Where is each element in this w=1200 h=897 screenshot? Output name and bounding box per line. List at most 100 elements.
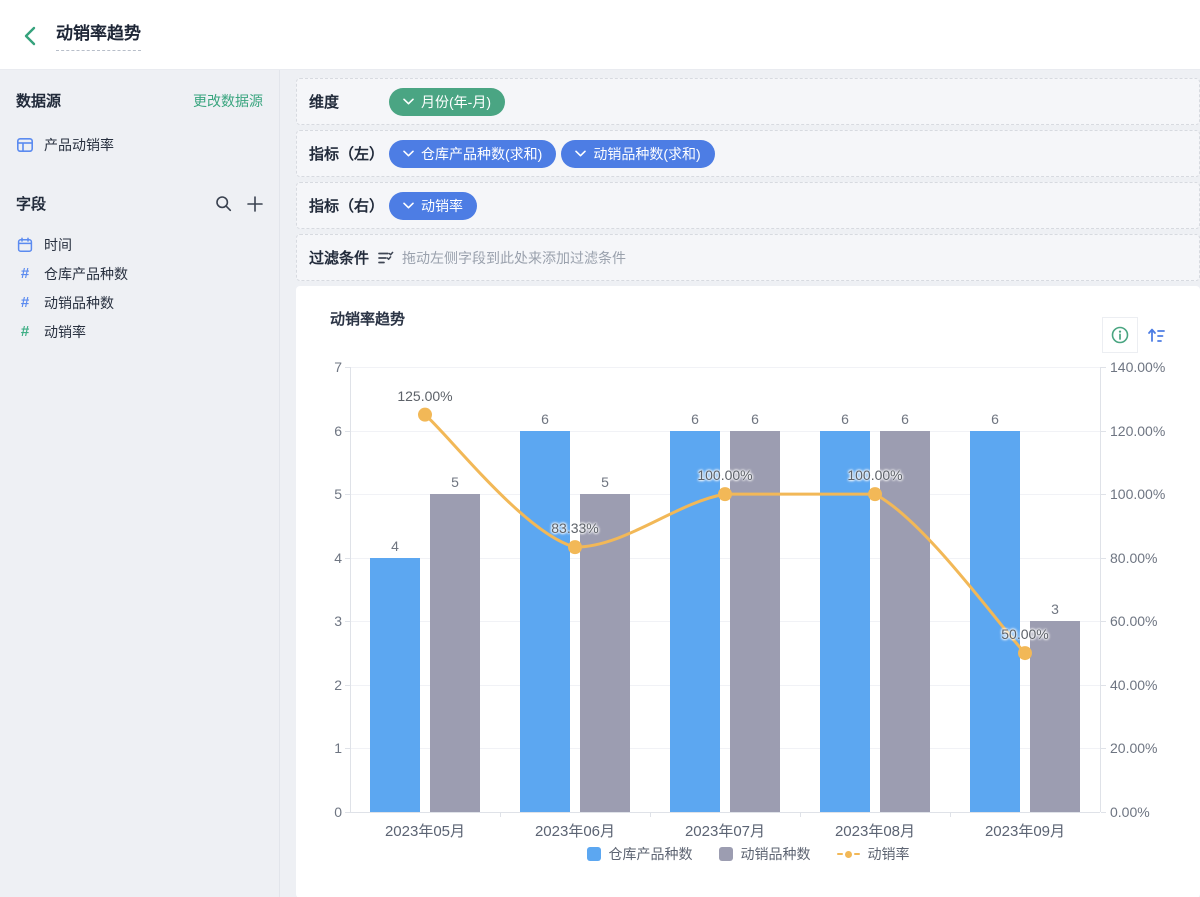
field-item-0[interactable]: 时间 [16,230,263,259]
right-axis-tick [1101,621,1106,623]
config-area: 维度 月份(年-月) 指标（左） 仓库产品种数(求和) 动销品种数(求和) 指标（右… [296,78,1200,281]
page-title[interactable]: 动销率趋势 [56,19,141,51]
pill-label: 动销品种数(求和) [593,145,701,162]
sidebar: 数据源 更改数据源 产品动销率 字段 时间 # 仓库产品种数 # 动销品种数 #… [0,70,280,897]
legend-label: 动销品种数 [740,846,811,862]
chevron-down-icon [403,150,414,157]
x-axis-tick [500,812,501,817]
change-datasource-link[interactable]: 更改数据源 [193,91,263,111]
filter-label: 过滤条件 [309,250,370,267]
line-point-label: 100.00% [697,467,753,484]
chevron-down-icon [403,202,414,209]
line-point-label: 50.00% [1001,626,1049,643]
fields-label: 字段 [16,196,47,213]
metrics-left-label: 指标（左） [309,146,385,163]
dimension-label: 维度 [309,94,340,111]
dimension-pill-0[interactable]: 月份(年-月) [389,87,505,116]
right-axis-tick [1101,430,1106,432]
right-axis-tick-label: 120.00% [1110,422,1166,439]
right-axis-tick-label: 40.00% [1110,676,1158,693]
line-point[interactable] [718,487,732,502]
legend-item-动销品种数[interactable]: 动销品种数 [718,844,811,864]
search-icon[interactable] [215,195,232,212]
back-button[interactable] [16,20,46,50]
line-point[interactable] [418,407,432,422]
filter-hint: 拖动左侧字段到此处来添加过滤条件 [402,249,627,266]
x-axis-tick [800,812,801,817]
app: 动销率趋势 数据源 更改数据源 产品动销率 字段 时间 # 仓库产品种数 # 动… [0,0,1200,897]
x-axis-category-label: 2023年07月 [684,823,766,840]
field-label: 仓库产品种数 [44,265,128,282]
line-point[interactable] [868,487,882,502]
field-item-1[interactable]: # 仓库产品种数 [16,259,263,288]
metrics-right-pill-0[interactable]: 动销率 [389,191,477,220]
number-icon: # [20,265,30,282]
field-label: 动销品种数 [44,294,114,311]
right-axis-tick [1101,684,1106,686]
chevron-left-icon [24,26,36,45]
legend-item-仓库产品种数[interactable]: 仓库产品种数 [586,844,693,864]
right-axis-tick-label: 0.00% [1110,804,1150,820]
x-axis-category-label: 2023年06月 [534,823,616,840]
datasource-label: 数据源 [16,93,62,110]
right-axis-tick-label: 20.00% [1110,740,1158,757]
chart-legend: 仓库产品种数 动销品种数 动销率 [296,844,1200,864]
metrics-left-pills: 仓库产品种数(求和) 动销品种数(求和) [389,139,715,168]
legend-bar-marker [586,847,601,861]
legend-label: 动销率 [867,846,910,862]
x-axis-tick [650,812,651,817]
datasource-name: 产品动销率 [44,137,114,153]
config-row-filter: 过滤条件 拖动左侧字段到此处来添加过滤条件 [296,234,1200,281]
number-icon: # [20,294,30,311]
right-axis-line [1100,367,1101,812]
left-axis-tick-label: 0 [334,804,342,820]
line-point[interactable] [568,540,582,555]
right-axis-tick-label: 140.00% [1110,359,1166,375]
line-path [424,413,1027,655]
legend-label: 仓库产品种数 [608,846,693,862]
add-field-icon[interactable] [247,195,263,212]
metrics-right-pills: 动销率 [389,191,477,220]
left-axis-tick-label: 6 [334,422,342,439]
x-axis-category-label: 2023年05月 [384,823,466,840]
field-item-3[interactable]: # 动销率 [16,317,263,346]
legend-line-marker [836,850,860,858]
right-axis-tick-label: 60.00% [1110,613,1158,630]
config-row-metrics-right: 指标（右） 动销率 [296,182,1200,229]
chart-card: 动销率趋势 0 1 2 3 4 5 6 7 0.00% 20.00% 40.00… [296,286,1200,897]
line-point-label: 100.00% [847,467,903,484]
field-label: 时间 [44,236,72,253]
pill-label: 月份(年-月) [421,93,491,110]
legend-bar-marker [718,847,733,861]
right-axis-tick-label: 100.00% [1110,486,1166,503]
left-axis-tick-label: 3 [334,613,342,630]
body: 数据源 更改数据源 产品动销率 字段 时间 # 仓库产品种数 # 动销品种数 #… [0,70,1200,897]
pill-label: 仓库产品种数(求和) [421,145,543,162]
metrics-right-label: 指标（右） [309,198,385,215]
legend-item-动销率[interactable]: 动销率 [836,844,910,864]
x-axis-tick [950,812,951,817]
x-axis-category-label: 2023年09月 [984,823,1066,840]
line-point-label: 83.33% [551,520,599,537]
metrics-left-pill-0[interactable]: 仓库产品种数(求和) [389,139,557,168]
pill-label: 动销率 [421,197,463,214]
left-axis-tick-label: 1 [334,740,342,757]
chart-plot: 0 1 2 3 4 5 6 7 0.00% 20.00% 40.00% 60.00% 80.00% 100… [296,286,1200,897]
field-item-2[interactable]: # 动销品种数 [16,288,263,317]
metrics-left-pill-1[interactable]: 动销品种数(求和) [561,139,715,168]
config-row-metrics-left: 指标（左） 仓库产品种数(求和) 动销品种数(求和) [296,130,1200,177]
filter-icon [377,250,394,266]
line-series-动销率 [418,407,1032,661]
number-icon: # [20,323,30,340]
right-axis-tick [1101,748,1106,750]
chevron-down-icon [403,98,414,105]
line-point[interactable] [1018,646,1032,661]
calendar-icon [16,236,34,253]
dimension-pills: 月份(年-月) [389,87,505,116]
field-label: 动销率 [44,323,86,340]
right-axis-tick [1101,494,1106,496]
left-axis-tick-label: 2 [334,676,342,693]
x-axis-line [350,812,1100,813]
datasource-item[interactable]: 产品动销率 [16,135,263,155]
right-axis-tick [1101,812,1106,813]
